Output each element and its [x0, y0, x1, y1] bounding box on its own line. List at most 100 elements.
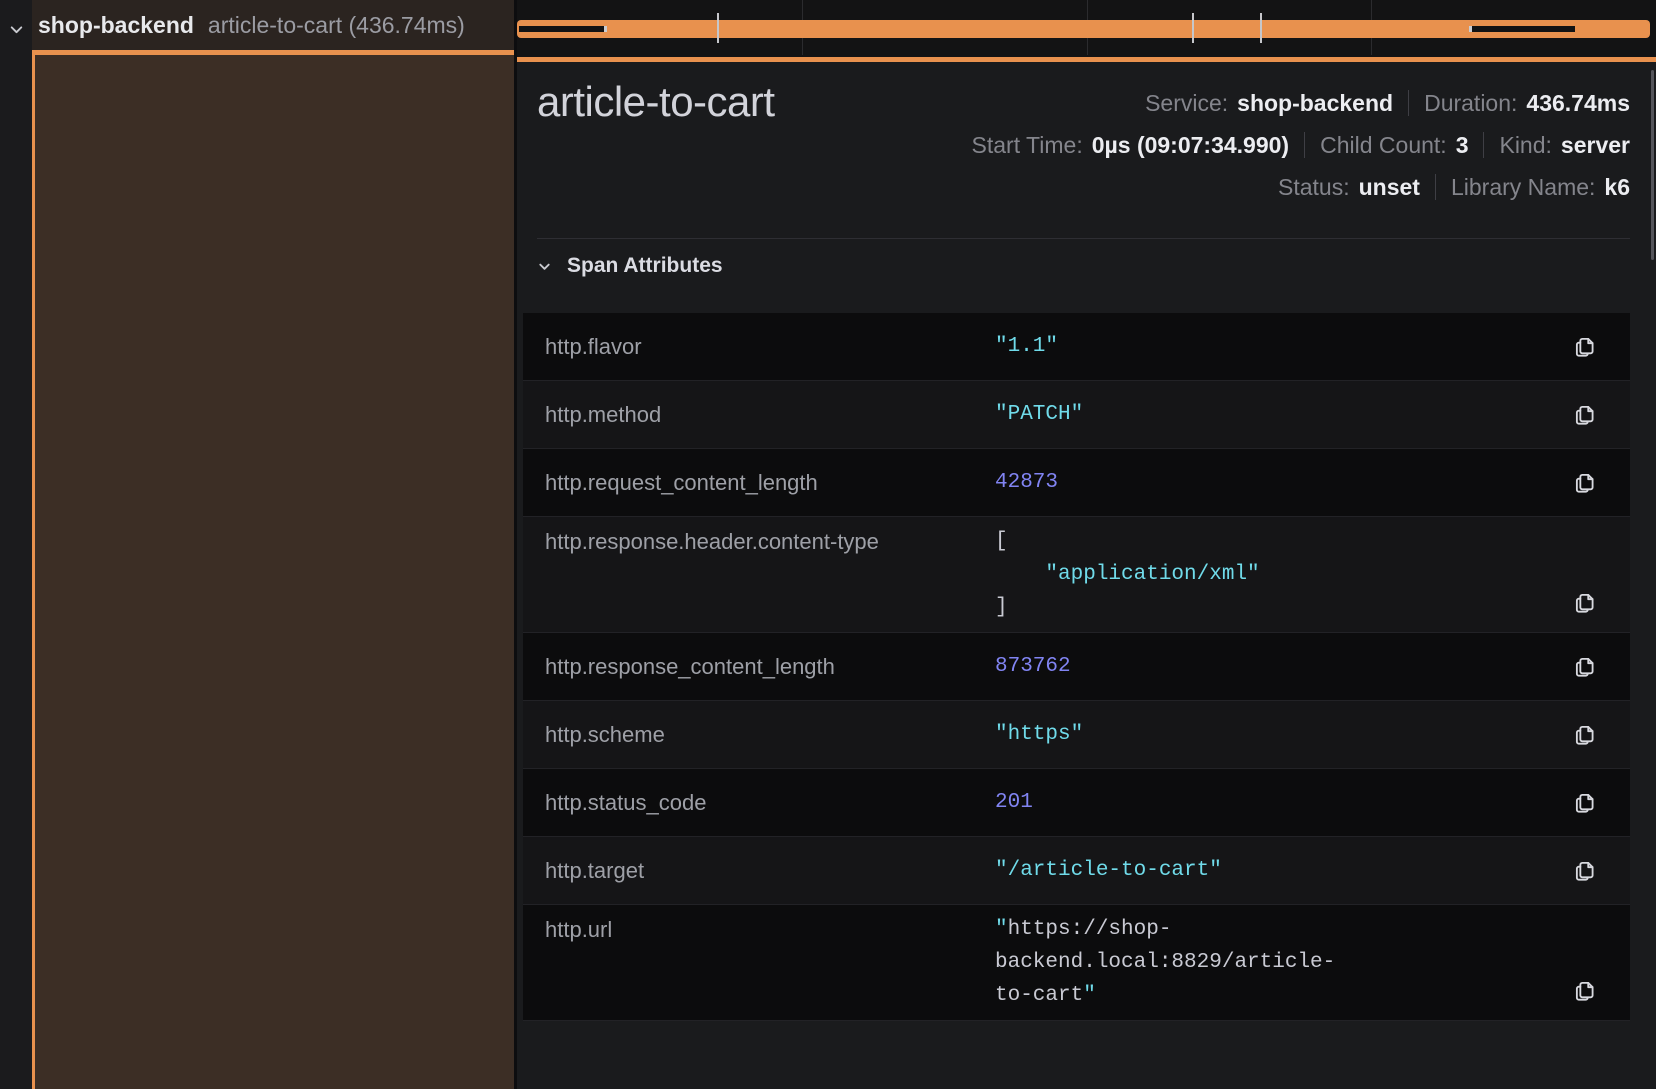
- timeline-minimap[interactable]: [517, 0, 1656, 57]
- header-divider: [537, 238, 1630, 239]
- attribute-row: http.response_content_length 873762: [523, 633, 1630, 701]
- copy-button[interactable]: [1572, 470, 1598, 496]
- attribute-value-line: ]: [995, 591, 1572, 624]
- meta-divider: [1435, 174, 1436, 200]
- selected-span-region[interactable]: [32, 55, 514, 1089]
- attribute-row: http.target "/article-to-cart": [523, 837, 1630, 905]
- minimap-marker-tick: [1192, 13, 1194, 43]
- meta-item: Duration: 436.74ms: [1424, 90, 1630, 117]
- selected-span-row-header[interactable]: shop-backend article-to-cart (436.74ms): [32, 0, 514, 50]
- attribute-value-line: backend.local:8829/article-: [995, 946, 1572, 979]
- meta-divider: [1483, 132, 1484, 158]
- attribute-value: "1.1": [995, 330, 1572, 363]
- attribute-value: "/article-to-cart": [995, 854, 1572, 887]
- copy-button[interactable]: [1572, 334, 1598, 360]
- chevron-down-icon: [537, 259, 552, 274]
- attribute-key: http.response.header.content-type: [545, 525, 995, 558]
- minimap-span-bar[interactable]: [517, 20, 1650, 38]
- meta-line: Status: unset Library Name: k6: [972, 166, 1630, 208]
- attribute-value-line: [: [995, 525, 1572, 558]
- meta-label: Service:: [1145, 90, 1228, 117]
- meta-label: Start Time:: [972, 132, 1083, 159]
- meta-label: Status:: [1278, 174, 1350, 201]
- copy-button[interactable]: [1572, 790, 1598, 816]
- attribute-row: http.scheme "https": [523, 701, 1630, 769]
- meta-item: Child Count: 3: [1320, 132, 1468, 159]
- copy-icon: [1572, 470, 1598, 496]
- meta-value: unset: [1359, 174, 1420, 201]
- copy-icon: [1572, 334, 1598, 360]
- scrollbar-thumb[interactable]: [1651, 70, 1654, 260]
- attribute-key: http.flavor: [545, 330, 995, 363]
- copy-button[interactable]: [1572, 590, 1598, 616]
- attribute-row: http.flavor "1.1": [523, 313, 1630, 381]
- meta-label: Kind:: [1499, 132, 1551, 159]
- attribute-value: 201: [995, 786, 1572, 819]
- span-detail-panel: article-to-cart Service: shop-backend Du…: [517, 57, 1656, 1089]
- minimap-marker-tick: [1260, 13, 1262, 43]
- meta-value: shop-backend: [1237, 90, 1393, 117]
- meta-item: Status: unset: [1278, 174, 1420, 201]
- attribute-value: 873762: [995, 650, 1572, 683]
- attribute-value-line: "https://shop-: [995, 913, 1572, 946]
- copy-icon: [1572, 722, 1598, 748]
- meta-value: 436.74ms: [1526, 90, 1630, 117]
- meta-value: k6: [1604, 174, 1630, 201]
- minimap-child-inset: [1469, 26, 1575, 32]
- meta-value: 0µs (09:07:34.990): [1092, 132, 1289, 159]
- copy-icon: [1572, 654, 1598, 680]
- attribute-key: http.status_code: [545, 786, 995, 819]
- span-attributes-section-header[interactable]: Span Attributes: [537, 254, 723, 278]
- attribute-value: [ "application/xml"]: [995, 525, 1572, 624]
- meta-item: Kind: server: [1499, 132, 1630, 159]
- chevron-down-icon[interactable]: [8, 21, 25, 43]
- attribute-key: http.request_content_length: [545, 466, 995, 499]
- attribute-value-line: to-cart": [995, 979, 1572, 1012]
- copy-button[interactable]: [1572, 402, 1598, 428]
- span-tree-gutter: [0, 0, 32, 1089]
- attribute-row: http.request_content_length 42873: [523, 449, 1630, 517]
- attribute-value-line: 201: [995, 786, 1572, 819]
- meta-item: Service: shop-backend: [1145, 90, 1393, 117]
- copy-icon: [1572, 402, 1598, 428]
- attribute-value-line: "/article-to-cart": [995, 854, 1572, 887]
- attribute-key: http.method: [545, 398, 995, 431]
- attribute-value-line: 42873: [995, 466, 1572, 499]
- minimap-child-inset: [519, 26, 607, 32]
- meta-value: server: [1561, 132, 1630, 159]
- meta-line: Start Time: 0µs (09:07:34.990) Child Cou…: [972, 124, 1630, 166]
- attribute-row: http.method "PATCH": [523, 381, 1630, 449]
- copy-button[interactable]: [1572, 654, 1598, 680]
- section-title: Span Attributes: [567, 254, 723, 278]
- copy-button[interactable]: [1572, 978, 1598, 1004]
- attribute-key: http.target: [545, 854, 995, 887]
- attribute-key: http.response_content_length: [545, 650, 995, 683]
- span-meta: Service: shop-backend Duration: 436.74ms…: [972, 82, 1630, 208]
- attribute-row: http.url "https://shop-backend.local:882…: [523, 905, 1630, 1021]
- attribute-value: "https": [995, 718, 1572, 751]
- meta-label: Duration:: [1424, 90, 1517, 117]
- meta-label: Child Count:: [1320, 132, 1447, 159]
- service-name: shop-backend: [38, 12, 194, 39]
- attribute-value: 42873: [995, 466, 1572, 499]
- meta-divider: [1304, 132, 1305, 158]
- attribute-key: http.scheme: [545, 718, 995, 751]
- span-attributes-table: http.flavor "1.1" http.method "PATCH": [523, 313, 1630, 1021]
- attribute-row: http.status_code 201: [523, 769, 1630, 837]
- meta-label: Library Name:: [1451, 174, 1595, 201]
- attribute-key: http.url: [545, 913, 995, 946]
- trace-view-screen: shop-backend article-to-cart (436.74ms) …: [0, 0, 1656, 1089]
- copy-button[interactable]: [1572, 722, 1598, 748]
- copy-icon: [1572, 978, 1598, 1004]
- copy-icon: [1572, 590, 1598, 616]
- copy-button[interactable]: [1572, 858, 1598, 884]
- attribute-value-line: "application/xml": [995, 558, 1572, 591]
- copy-icon: [1572, 790, 1598, 816]
- meta-line: Service: shop-backend Duration: 436.74ms: [972, 82, 1630, 124]
- meta-item: Start Time: 0µs (09:07:34.990): [972, 132, 1290, 159]
- attribute-value-line: "https": [995, 718, 1572, 751]
- span-name-label: article-to-cart (436.74ms): [208, 12, 465, 39]
- meta-value: 3: [1456, 132, 1469, 159]
- attribute-value: "PATCH": [995, 398, 1572, 431]
- attribute-value-line: "PATCH": [995, 398, 1572, 431]
